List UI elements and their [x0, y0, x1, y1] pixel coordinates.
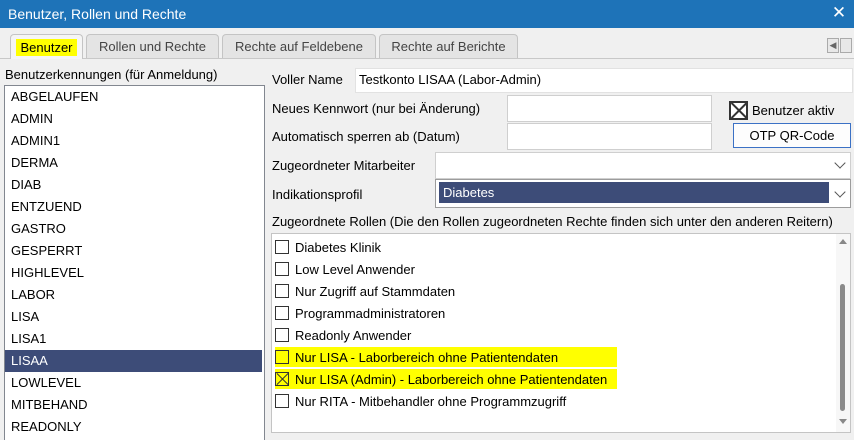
benutzer-aktiv-checkbox[interactable]: Benutzer aktiv: [729, 101, 834, 120]
window-title: Benutzer, Rollen und Rechte: [8, 6, 187, 22]
kennwort-field[interactable]: [507, 95, 712, 122]
users-list-label: Benutzerkennungen (für Anmeldung): [5, 67, 218, 82]
list-item[interactable]: ENTZUEND: [5, 196, 264, 218]
sperren-label: Automatisch sperren ab (Datum): [272, 129, 460, 144]
list-item[interactable]: LISA1: [5, 328, 264, 350]
scroll-down-icon[interactable]: [839, 419, 847, 424]
scroll-up-icon[interactable]: [839, 239, 847, 244]
tab-label: Rechte auf Berichte: [391, 39, 506, 54]
role-label: Nur LISA (Admin) - Laborbereich ohne Pat…: [295, 371, 608, 387]
indikationsprofil-dropdown[interactable]: Diabetes: [435, 179, 851, 208]
tab-scroll-right-icon[interactable]: [840, 38, 852, 53]
checkbox-icon[interactable]: [275, 394, 289, 408]
checkbox-icon[interactable]: [275, 372, 289, 386]
list-item[interactable]: HIGHLEVEL: [5, 262, 264, 284]
checkbox-icon[interactable]: [275, 284, 289, 298]
role-nur-lisa[interactable]: Nur LISA - Laborbereich ohne Patientenda…: [275, 347, 617, 367]
roles-label: Zugeordnete Rollen (Die den Rollen zugeo…: [272, 214, 833, 229]
tab-scroll-left-icon[interactable]: ◀: [827, 38, 839, 53]
role-label: Readonly Anwender: [295, 327, 412, 343]
tab-rechte-auf-berichte[interactable]: Rechte auf Berichte: [379, 34, 518, 58]
role-low-level-anwender[interactable]: Low Level Anwender: [275, 259, 415, 279]
checkbox-icon[interactable]: [275, 262, 289, 276]
voller-name-field[interactable]: Testkonto LISAA (Labor-Admin): [355, 68, 853, 93]
scroll-thumb[interactable]: [840, 284, 845, 411]
role-nur-zugriff-stammdaten[interactable]: Nur Zugriff auf Stammdaten: [275, 281, 455, 301]
list-item[interactable]: ABGELAUFEN: [5, 86, 264, 108]
checkbox-icon[interactable]: [729, 101, 748, 120]
list-item[interactable]: ADMIN1: [5, 130, 264, 152]
list-item[interactable]: DERMA: [5, 152, 264, 174]
indikationsprofil-value: Diabetes: [439, 182, 829, 203]
list-item[interactable]: LABOR: [5, 284, 264, 306]
tab-label: Benutzer: [16, 38, 77, 56]
role-nur-rita[interactable]: Nur RITA - Mitbehandler ohne Programmzug…: [275, 391, 566, 411]
checkbox-icon[interactable]: [275, 240, 289, 254]
chevron-down-icon[interactable]: [834, 157, 846, 169]
kennwort-label: Neues Kennwort (nur bei Änderung): [272, 101, 481, 116]
role-label: Programmadministratoren: [295, 305, 446, 321]
list-item[interactable]: ADMIN: [5, 108, 264, 130]
mitarbeiter-dropdown[interactable]: [435, 152, 851, 179]
list-item-selected[interactable]: LISAA: [5, 350, 262, 372]
voller-name-label: Voller Name: [272, 72, 343, 87]
mitarbeiter-label: Zugeordneter Mitarbeiter: [272, 158, 416, 173]
roles-scrollbar[interactable]: [836, 234, 850, 432]
list-item[interactable]: LISA: [5, 306, 264, 328]
role-label: Nur Zugriff auf Stammdaten: [295, 283, 456, 299]
users-listbox[interactable]: ABGELAUFEN ADMIN ADMIN1 DERMA DIAB ENTZU…: [4, 85, 265, 440]
tab-benutzer[interactable]: Benutzer: [10, 34, 83, 59]
tab-bar: Benutzer Rollen und Rechte Rechte auf Fe…: [0, 28, 854, 59]
otp-qr-code-button[interactable]: OTP QR-Code: [733, 123, 851, 148]
role-programmadministratoren[interactable]: Programmadministratoren: [275, 303, 445, 323]
checkbox-icon[interactable]: [275, 328, 289, 342]
list-item[interactable]: LOWLEVEL: [5, 372, 264, 394]
role-label: Low Level Anwender: [295, 261, 415, 277]
list-item[interactable]: READONLY: [5, 416, 264, 438]
role-nur-lisa-admin[interactable]: Nur LISA (Admin) - Laborbereich ohne Pat…: [275, 369, 617, 389]
list-item[interactable]: DIAB: [5, 174, 264, 196]
list-item[interactable]: GASTRO: [5, 218, 264, 240]
role-diabetes-klinik[interactable]: Diabetes Klinik: [275, 237, 381, 257]
role-label: Diabetes Klinik: [295, 239, 381, 255]
tab-rechte-auf-feldebene[interactable]: Rechte auf Feldebene: [222, 34, 376, 58]
list-item[interactable]: MITBEHAND: [5, 394, 264, 416]
benutzer-aktiv-label: Benutzer aktiv: [752, 103, 835, 118]
tab-label: Rollen und Rechte: [99, 39, 206, 54]
checkbox-icon[interactable]: [275, 306, 289, 320]
close-icon[interactable]: ✕: [830, 3, 848, 23]
indikation-label: Indikationsprofil: [272, 187, 363, 202]
role-readonly-anwender[interactable]: Readonly Anwender: [275, 325, 411, 345]
sperren-date-field[interactable]: [507, 123, 712, 150]
tab-label: Rechte auf Feldebene: [235, 39, 363, 54]
role-label: Nur LISA - Laborbereich ohne Patientenda…: [295, 349, 559, 365]
chevron-down-icon[interactable]: [834, 186, 846, 198]
title-bar: Benutzer, Rollen und Rechte ✕: [0, 0, 854, 28]
tab-rollen-und-rechte[interactable]: Rollen und Rechte: [86, 34, 219, 58]
checkbox-icon[interactable]: [275, 350, 289, 364]
roles-checklist[interactable]: Diabetes Klinik Low Level Anwender Nur Z…: [271, 233, 851, 433]
tab-scroll-arrows: ◀: [826, 38, 852, 53]
list-item[interactable]: GESPERRT: [5, 240, 264, 262]
role-label: Nur RITA - Mitbehandler ohne Programmzug…: [295, 393, 567, 409]
